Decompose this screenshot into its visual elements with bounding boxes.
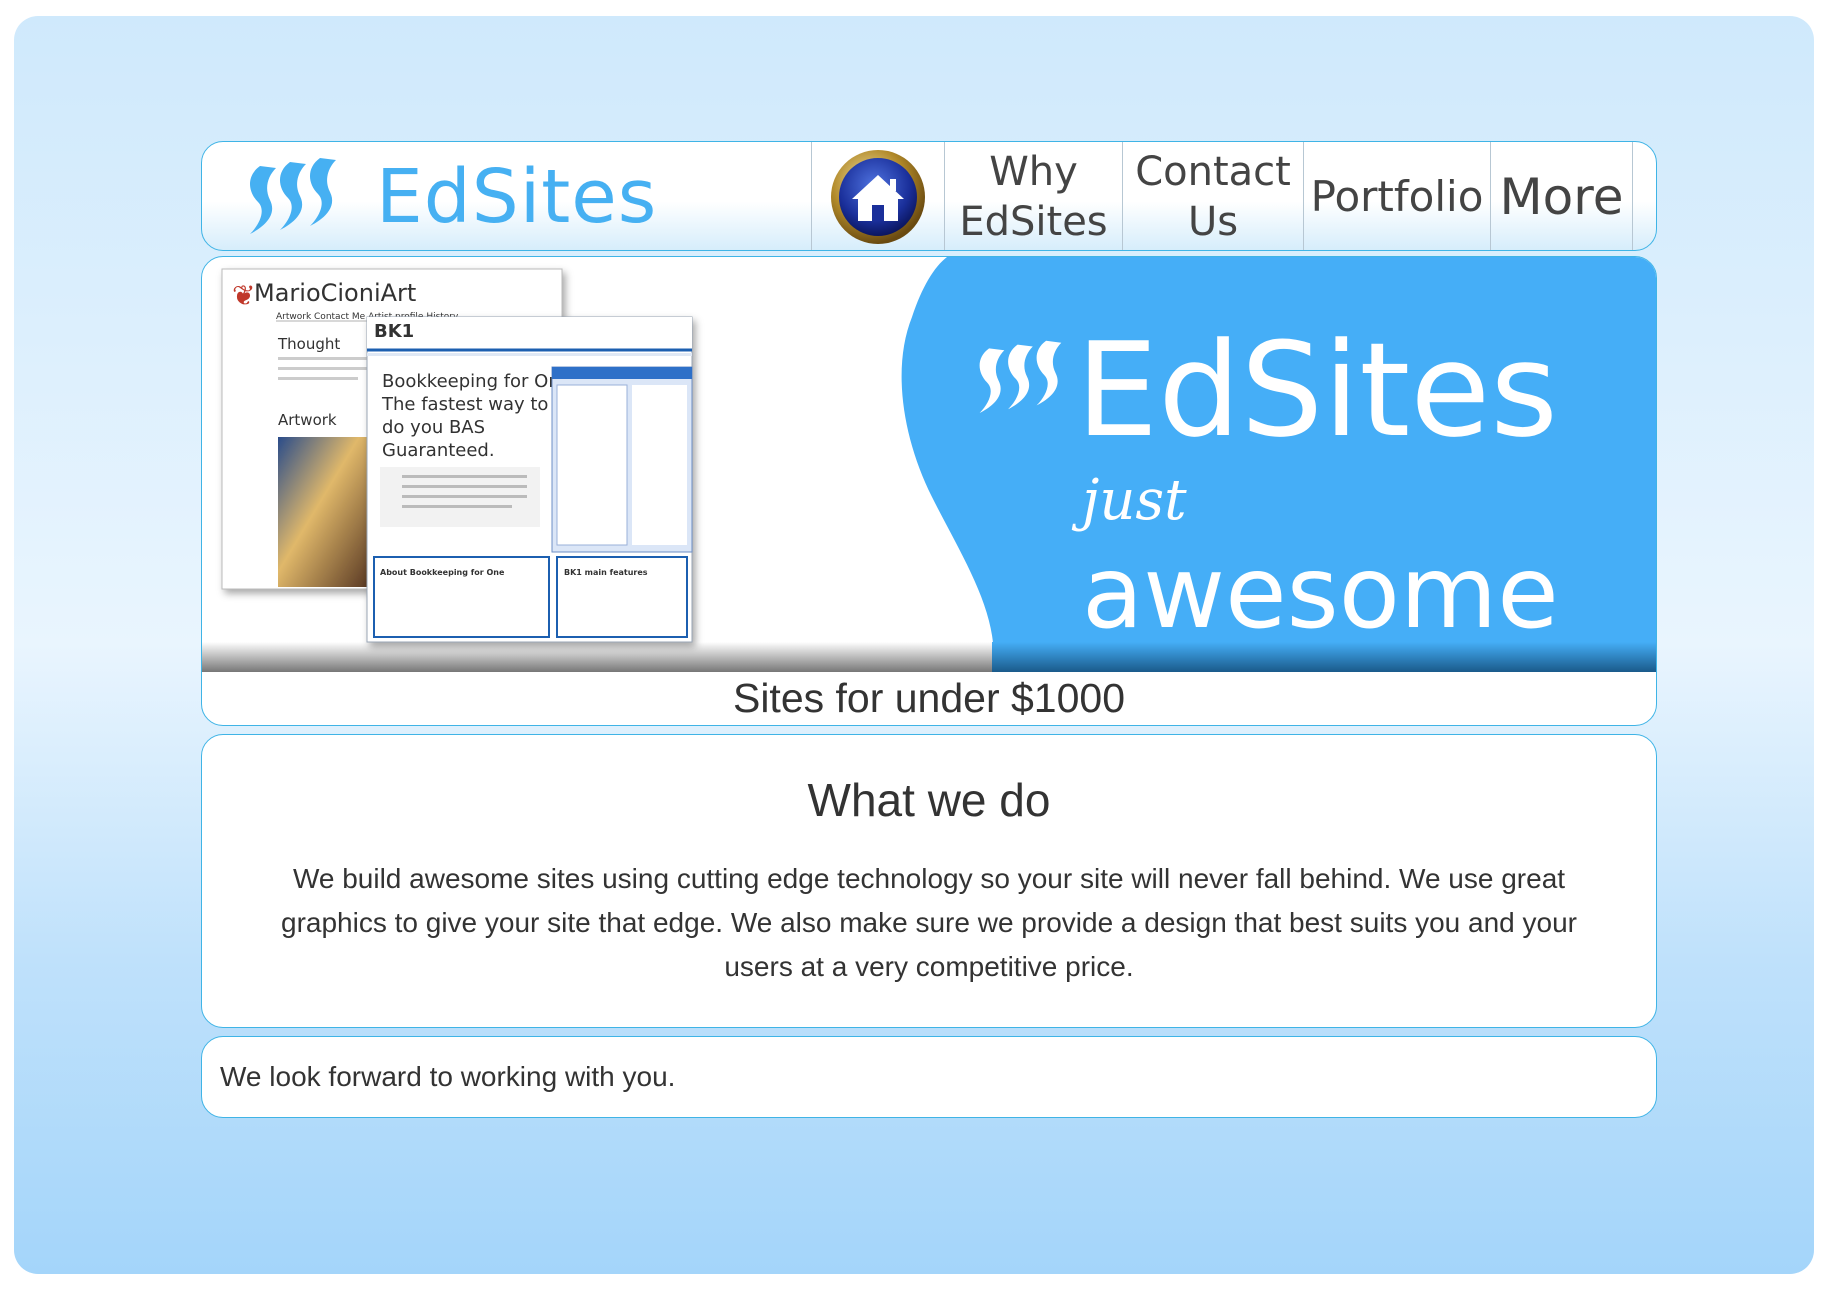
main-nav: Why EdSites Contact Us Portfolio More bbox=[811, 142, 1633, 250]
svg-text:MarioCioniArt: MarioCioniArt bbox=[254, 279, 416, 307]
svg-text:❦: ❦ bbox=[232, 279, 255, 312]
svg-text:Thought: Thought bbox=[277, 335, 340, 353]
banner-artwork: MarioCioniArt ❦ Artwork Contact Me Artis… bbox=[202, 257, 1656, 672]
hero-banner: MarioCioniArt ❦ Artwork Contact Me Artis… bbox=[201, 256, 1657, 726]
brand-name: EdSites bbox=[376, 154, 658, 240]
banner-headline: EdSites bbox=[1076, 314, 1558, 466]
what-we-do-section: What we do We build awesome sites using … bbox=[201, 734, 1657, 1028]
nav-contact-line1: Contact bbox=[1135, 149, 1291, 195]
section-heading: What we do bbox=[807, 774, 1051, 826]
nav-portfolio[interactable]: Portfolio bbox=[1303, 142, 1490, 250]
nav-more[interactable]: More bbox=[1490, 142, 1633, 250]
svg-text:The fastest way to: The fastest way to bbox=[381, 394, 548, 415]
svg-text:BK1 main features: BK1 main features bbox=[564, 568, 648, 577]
nav-more-label: More bbox=[1499, 168, 1624, 226]
portfolio-screenshot-front: BK1 Bookkeeping for One The fastest way … bbox=[366, 316, 693, 643]
section-body: We build awesome sites using cutting edg… bbox=[281, 863, 1577, 982]
nav-why-line2: EdSites bbox=[959, 199, 1108, 245]
nav-contact-us[interactable]: Contact Us bbox=[1122, 142, 1303, 250]
svg-text:Guaranteed.: Guaranteed. bbox=[382, 440, 495, 461]
banner-tagline-big: awesome bbox=[1082, 534, 1559, 651]
nav-why-line1: Why bbox=[989, 149, 1078, 195]
svg-text:do you BAS: do you BAS bbox=[382, 417, 485, 438]
brand-logo[interactable]: EdSites bbox=[242, 150, 657, 244]
site-header: EdSites Why EdSites Contact Us Portfolio… bbox=[201, 141, 1657, 251]
closing-text: We look forward to working with you. bbox=[220, 1061, 676, 1092]
home-icon bbox=[831, 150, 925, 244]
nav-contact-line2: Us bbox=[1187, 199, 1239, 245]
edsites-logo-icon bbox=[250, 158, 336, 234]
banner-caption: Sites for under $1000 bbox=[732, 675, 1126, 721]
svg-text:Artwork: Artwork bbox=[278, 411, 337, 429]
svg-text:Bookkeeping for One: Bookkeeping for One bbox=[382, 371, 571, 392]
nav-home[interactable] bbox=[811, 142, 944, 250]
banner-tagline-small: just bbox=[1071, 468, 1187, 533]
page-background: EdSites Why EdSites Contact Us Portfolio… bbox=[14, 16, 1814, 1274]
nav-portfolio-label: Portfolio bbox=[1310, 172, 1484, 221]
nav-why-edsites[interactable]: Why EdSites bbox=[944, 142, 1122, 250]
svg-text:About Bookkeeping for One: About Bookkeeping for One bbox=[380, 568, 505, 577]
closing-note: We look forward to working with you. bbox=[201, 1036, 1657, 1118]
svg-text:BK1: BK1 bbox=[374, 321, 414, 342]
